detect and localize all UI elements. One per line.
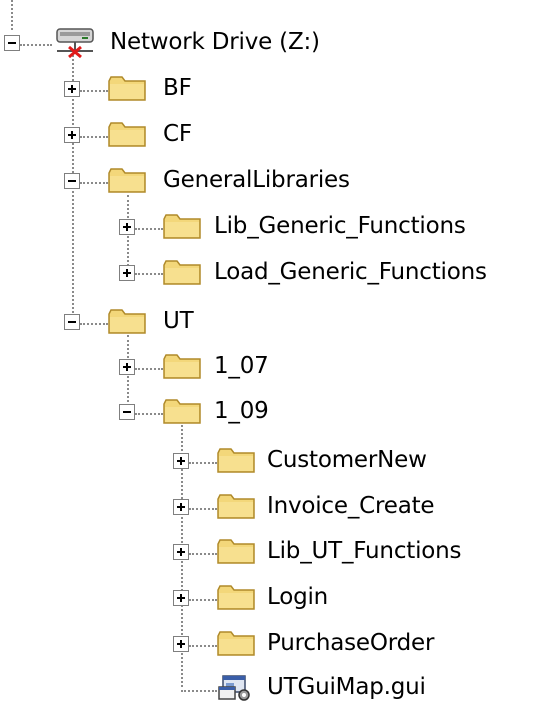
tree-item-label: PurchaseOrder	[267, 630, 435, 656]
tree-item-label: Network Drive (Z:)	[110, 29, 320, 55]
expand-toggle[interactable]	[64, 127, 80, 143]
expand-toggle[interactable]	[119, 219, 135, 235]
tree-item-folder[interactable]: UT	[0, 304, 400, 344]
folder-icon	[163, 260, 201, 285]
folder-icon	[163, 354, 201, 379]
tree-item-folder[interactable]: Lib_Generic_Functions	[0, 209, 537, 249]
expand-toggle[interactable]	[173, 544, 189, 560]
tree-item-label: CustomerNew	[267, 447, 427, 473]
folder-icon	[108, 168, 146, 193]
tree-item-label: BF	[163, 75, 192, 101]
tree-item-folder[interactable]: CustomerNew	[0, 443, 537, 483]
tree-item-label: 1_07	[214, 353, 269, 379]
folder-icon	[108, 122, 146, 147]
tree-item-folder[interactable]: BF	[0, 71, 400, 111]
folder-icon	[217, 585, 255, 610]
tree-item-label: Invoice_Create	[267, 493, 435, 519]
gui-map-file-icon	[218, 675, 250, 701]
tree-item-folder[interactable]: Lib_UT_Functions	[0, 534, 537, 574]
expand-toggle[interactable]	[119, 265, 135, 281]
tree-item-folder[interactable]: Invoice_Create	[0, 489, 537, 529]
tree-item-folder[interactable]: 1_07	[0, 349, 400, 389]
tree-item-folder[interactable]: Login	[0, 580, 537, 620]
collapse-toggle[interactable]	[4, 35, 20, 51]
tree-item-label: UTGuiMap.gui	[267, 674, 426, 700]
folder-icon	[217, 494, 255, 519]
tree-item-folder[interactable]: GeneralLibraries	[0, 163, 400, 203]
folder-icon	[217, 539, 255, 564]
tree-item-network-drive[interactable]: Network Drive (Z:)	[0, 25, 400, 65]
tree-item-label: Login	[267, 584, 329, 610]
tree-item-folder[interactable]: CF	[0, 117, 400, 157]
folder-icon	[217, 448, 255, 473]
tree-item-file[interactable]: UTGuiMap.gui	[0, 670, 537, 710]
expand-toggle[interactable]	[64, 81, 80, 97]
folder-icon	[108, 76, 146, 101]
tree-item-folder[interactable]: 1_09	[0, 394, 400, 434]
folder-icon	[217, 631, 255, 656]
folder-tree: Network Drive (Z:) BF CF GeneralLibrarie…	[0, 0, 537, 710]
expand-toggle[interactable]	[173, 499, 189, 515]
tree-item-folder[interactable]: Load_Generic_Functions	[0, 255, 537, 295]
expand-toggle[interactable]	[173, 590, 189, 606]
tree-item-label: UT	[163, 308, 194, 334]
tree-item-label: GeneralLibraries	[163, 167, 350, 193]
expand-toggle[interactable]	[173, 453, 189, 469]
tree-item-label: CF	[163, 121, 192, 147]
tree-item-label: Lib_UT_Functions	[267, 538, 462, 564]
folder-icon	[108, 309, 146, 334]
tree-item-label: Load_Generic_Functions	[214, 259, 487, 285]
folder-icon	[163, 214, 201, 239]
tree-item-folder[interactable]: PurchaseOrder	[0, 626, 537, 666]
folder-icon	[163, 399, 201, 424]
collapse-toggle[interactable]	[64, 173, 80, 189]
collapse-toggle[interactable]	[119, 404, 135, 420]
expand-toggle[interactable]	[173, 636, 189, 652]
tree-item-label: Lib_Generic_Functions	[214, 213, 466, 239]
expand-toggle[interactable]	[119, 359, 135, 375]
network-drive-icon	[56, 28, 94, 59]
collapse-toggle[interactable]	[64, 314, 80, 330]
tree-item-label: 1_09	[214, 398, 269, 424]
